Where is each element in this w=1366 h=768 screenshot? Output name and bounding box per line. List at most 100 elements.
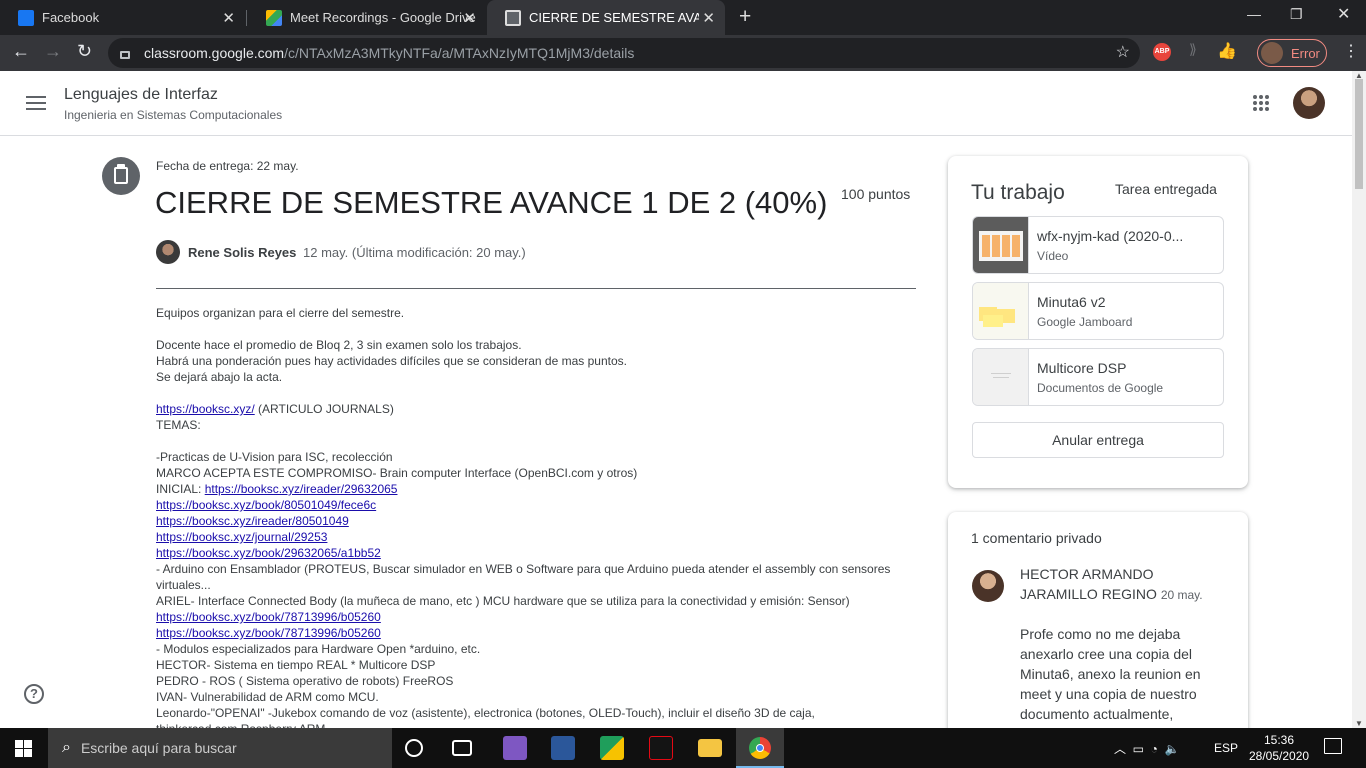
private-comments-card: 1 comentario privado HECTOR ARMANDO JARA… <box>948 512 1248 752</box>
cortana-icon[interactable] <box>405 739 423 757</box>
description-line: -Practicas de U-Vision para ISC, recolec… <box>156 450 393 464</box>
posted-date: 12 may. (Última modificación: 20 may.) <box>303 245 526 260</box>
word-icon[interactable] <box>551 736 575 760</box>
notifications-icon[interactable] <box>1324 738 1342 754</box>
menu-dots-icon[interactable]: ⋮ <box>1343 41 1359 61</box>
submission-status: Tarea entregada <box>1115 181 1217 197</box>
file-explorer-icon[interactable] <box>698 739 722 757</box>
tab-assignment[interactable]: CIERRE DE SEMESTRE AVANCE 1 ✕ <box>487 0 725 35</box>
profile-label: Error <box>1291 45 1320 61</box>
teacher-name: Rene Solis Reyes <box>188 245 297 260</box>
assignment-description: Equipos organizan para el cierre del sem… <box>156 305 926 728</box>
description-line: MARCO ACEPTA ESTE COMPROMISO- Brain comp… <box>156 466 638 480</box>
description-link-line: https://booksc.xyz/ (ARTICULO JOURNALS) <box>156 402 394 416</box>
description-line: PEDRO - ROS ( Sistema operativo de robot… <box>156 674 454 688</box>
apps-grid-icon[interactable] <box>1253 95 1269 111</box>
adblock-icon[interactable]: ABP <box>1153 43 1171 61</box>
new-tab-icon[interactable]: + <box>739 5 751 29</box>
system-tray-icons[interactable]: ︿ ▭ ◔ 🔈 <box>1114 740 1180 757</box>
close-tab-icon[interactable]: ✕ <box>702 9 715 27</box>
attachment-doc[interactable]: Multicore DSP Documentos de Google <box>972 348 1224 406</box>
description-link[interactable]: https://booksc.xyz/ireader/80501049 <box>156 514 349 528</box>
extension-icon[interactable]: ⟫ <box>1189 41 1207 59</box>
course-section: Ingenieria en Sistemas Computacionales <box>64 108 283 122</box>
attachment-jamboard[interactable]: Minuta6 v2 Google Jamboard <box>972 282 1224 340</box>
attachment-type: Google Jamboard <box>1037 315 1133 329</box>
description-line: ARIEL- Interface Connected Body (la muñe… <box>156 594 850 608</box>
page-scrollbar[interactable]: ▲ ▼ <box>1352 71 1366 728</box>
description-link-line: https://booksc.xyz/ireader/80501049 <box>156 513 926 529</box>
description-link[interactable]: https://booksc.xyz/book/78713996/b05260 <box>156 626 381 640</box>
video-thumbnail <box>973 217 1029 273</box>
tab-meet-recordings[interactable]: Meet Recordings - Google Drive ✕ <box>248 0 486 35</box>
close-tab-icon[interactable]: ✕ <box>463 9 476 27</box>
profile-avatar <box>1261 42 1283 64</box>
description-line: HECTOR- Sistema en tiempo REAL * Multico… <box>156 658 436 672</box>
comment-author: HECTOR ARMANDO JARAMILLO REGINO 20 may. <box>1020 566 1203 602</box>
description-line: - Modulos especializados para Hardware O… <box>156 642 481 656</box>
maximize-icon[interactable]: ❐ <box>1290 6 1303 23</box>
language-indicator[interactable]: ESP <box>1214 741 1238 755</box>
clock-time: 15:36 <box>1263 733 1295 747</box>
attachment-name: wfx-nyjm-kad (2020-0... <box>1037 228 1184 244</box>
description-link[interactable]: https://booksc.xyz/book/29632065/a1bb52 <box>156 546 381 560</box>
reload-icon[interactable]: ↻ <box>77 41 92 62</box>
description-line: Docente hace el promedio de Bloq 2, 3 si… <box>156 338 522 352</box>
help-icon[interactable]: ? <box>24 684 44 704</box>
browser-tab-strip: Facebook ✕ Meet Recordings - Google Driv… <box>0 0 1366 35</box>
unsubmit-button[interactable]: Anular entrega <box>972 422 1224 458</box>
assignment-icon <box>102 157 140 195</box>
minimize-icon[interactable]: — <box>1247 6 1261 22</box>
attachment-type: Documentos de Google <box>1037 381 1164 395</box>
description-link[interactable]: https://booksc.xyz/ <box>156 402 255 416</box>
clock-date: 28/05/2020 <box>1249 749 1310 763</box>
description-link-line: INICIAL: https://booksc.xyz/ireader/2963… <box>156 482 398 496</box>
description-link[interactable]: https://booksc.xyz/book/80501049/fece6c <box>156 498 376 512</box>
scroll-down-icon[interactable]: ▼ <box>1355 719 1363 728</box>
close-window-icon[interactable]: ✕ <box>1337 4 1350 24</box>
back-icon[interactable]: ← <box>12 41 30 62</box>
attachment-name: Minuta6 v2 <box>1037 294 1106 310</box>
taskbar-search[interactable]: ⌕ Escribe aquí para buscar <box>48 728 392 768</box>
google-drive-icon <box>266 9 282 26</box>
bookmark-star-icon[interactable]: ☆ <box>1116 42 1130 62</box>
description-link[interactable]: https://booksc.xyz/book/78713996/b05260 <box>156 610 381 624</box>
profile-button[interactable]: Error <box>1257 39 1327 67</box>
description-line: - Arduino con Ensamblador (PROTEUS, Busc… <box>156 562 891 576</box>
scrollbar-thumb[interactable] <box>1355 79 1363 189</box>
windows-start-icon[interactable] <box>15 740 32 757</box>
tab-label: CIERRE DE SEMESTRE AVANCE 1 <box>529 10 699 25</box>
description-line: virtuales... <box>156 578 211 592</box>
visual-studio-icon[interactable] <box>503 736 527 760</box>
thumbs-up-icon[interactable]: 👍 <box>1217 41 1237 60</box>
forward-icon[interactable]: → <box>44 41 62 62</box>
lock-icon <box>120 51 130 59</box>
tab-facebook[interactable]: Facebook ✕ <box>0 0 245 35</box>
course-name[interactable]: Lenguajes de Interfaz <box>64 86 218 104</box>
attachment-video[interactable]: wfx-nyjm-kad (2020-0... Vídeo <box>972 216 1224 274</box>
description-link-line: https://booksc.xyz/book/78713996/b05260 <box>156 625 926 641</box>
clock[interactable]: 15:36 28/05/2020 <box>1249 732 1309 764</box>
classroom-icon <box>505 9 521 26</box>
description-line <box>156 321 926 337</box>
description-link[interactable]: https://booksc.xyz/journal/29253 <box>156 530 327 544</box>
hamburger-menu-icon[interactable] <box>26 96 46 110</box>
your-work-title: Tu trabajo <box>971 181 1065 204</box>
jamboard-thumbnail <box>973 283 1029 339</box>
account-avatar[interactable] <box>1293 87 1325 119</box>
classroom-header: Lenguajes de Interfaz Ingenieria en Sist… <box>0 71 1352 136</box>
close-tab-icon[interactable]: ✕ <box>222 9 235 27</box>
comment-date: 20 may. <box>1160 588 1203 602</box>
task-view-icon[interactable] <box>452 740 472 756</box>
tab-label: Meet Recordings - Google Drive <box>290 10 476 25</box>
attachment-type: Vídeo <box>1037 249 1069 263</box>
netflix-icon[interactable] <box>649 736 673 760</box>
browser-toolbar: ← → ↻ classroom.google.com/c/NTAxMzA3MTk… <box>0 35 1366 71</box>
windows-taskbar: ⌕ Escribe aquí para buscar ︿ ▭ ◔ 🔈 ESP 1… <box>0 728 1366 768</box>
description-link[interactable]: https://booksc.xyz/ireader/29632065 <box>205 482 398 496</box>
chrome-taskbar-active[interactable] <box>736 728 784 768</box>
comment-text: Profe como no me dejaba anexarlo cree un… <box>1020 626 1201 722</box>
address-bar[interactable]: classroom.google.com/c/NTAxMzA3MTkyNTFa/… <box>108 38 1140 68</box>
app-icon[interactable] <box>600 736 624 760</box>
tab-label: Facebook <box>42 10 100 25</box>
